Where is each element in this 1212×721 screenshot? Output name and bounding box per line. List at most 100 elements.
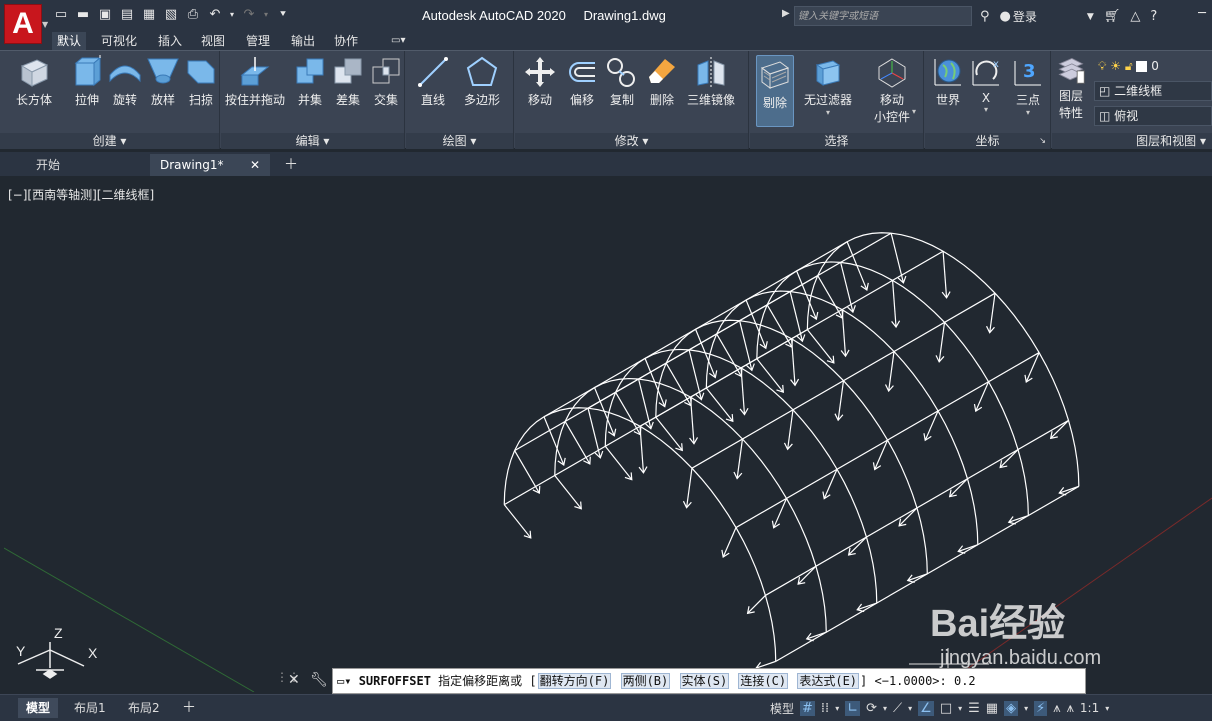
cart-icon[interactable]: 🛒︎: [1104, 9, 1121, 24]
union-tool[interactable]: 并集: [293, 55, 327, 108]
login-dropdown-icon[interactable]: ▼: [1087, 12, 1094, 22]
nofilter-dropdown-icon[interactable]: ▾: [804, 108, 852, 117]
autodesk-app-icon[interactable]: △: [1130, 9, 1140, 24]
close-command-icon[interactable]: ✕: [288, 672, 300, 688]
print-icon[interactable]: ⎙: [184, 6, 202, 24]
tab-visualize[interactable]: 可视化: [96, 32, 142, 50]
help-icon[interactable]: ?: [1150, 9, 1157, 24]
world-ucs-tool[interactable]: 世界: [931, 55, 965, 108]
extrude-tool[interactable]: 拉伸: [70, 55, 104, 108]
loft-tool[interactable]: 放样: [146, 55, 180, 108]
model-space-toggle[interactable]: 模型: [770, 700, 794, 717]
move-tool[interactable]: 移动: [523, 55, 557, 108]
line-tool[interactable]: 直线: [416, 55, 450, 108]
search-input[interactable]: 键入关键字或短语: [794, 6, 972, 26]
box-tool[interactable]: 长方体: [16, 55, 52, 108]
revolve-tool[interactable]: 旋转: [108, 55, 142, 108]
option-solid[interactable]: 实体(S): [679, 673, 730, 689]
tab-insert[interactable]: 插入: [153, 32, 187, 50]
x-dropdown-icon[interactable]: ▾: [969, 105, 1003, 114]
panel-title-create[interactable]: 创建 ▾: [0, 133, 219, 149]
nofilter-tool[interactable]: 无过滤器 ▾: [804, 55, 852, 117]
command-grip-icon[interactable]: ⋮⋮: [276, 670, 300, 692]
ribbon-minimize-icon[interactable]: ▭▾: [386, 32, 410, 50]
new-tab-icon[interactable]: ＋: [278, 154, 298, 176]
search-expand-icon[interactable]: ▶: [782, 8, 790, 19]
transparency-icon[interactable]: ▦: [986, 701, 998, 716]
coords-dialog-launcher-icon[interactable]: ↘: [1039, 133, 1046, 149]
add-layout-icon[interactable]: ＋: [174, 698, 204, 718]
tab-collaborate[interactable]: 协作: [329, 32, 363, 50]
copy-tool[interactable]: 复制: [605, 55, 639, 108]
save-icon[interactable]: ▣: [96, 6, 114, 24]
file-tab-drawing1[interactable]: Drawing1* ✕: [150, 154, 270, 176]
named-view-dropdown[interactable]: ◫ 俯视: [1094, 106, 1212, 126]
undo-icon[interactable]: ↶: [206, 6, 224, 24]
polar-icon[interactable]: ⟳: [866, 701, 877, 716]
offset-tool[interactable]: 偏移: [565, 55, 599, 108]
layer-dropdown[interactable]: 💡︎ ☀ 🔓︎ 0: [1094, 57, 1212, 77]
annotation-scale-icon[interactable]: ⩚: [1067, 701, 1074, 716]
cloud-open-icon[interactable]: ▦: [140, 6, 158, 24]
panel-title-edit[interactable]: 编辑 ▾: [221, 133, 404, 149]
sweep-tool[interactable]: 扫掠: [184, 55, 218, 108]
erase-tool[interactable]: 删除: [645, 55, 679, 108]
visual-style-dropdown[interactable]: ◰ 二维线框: [1094, 81, 1212, 101]
polygon-tool[interactable]: 多边形: [464, 55, 500, 108]
option-connect[interactable]: 连接(C): [738, 673, 789, 689]
snap-dropdown-icon[interactable]: ▾: [835, 704, 839, 713]
gizmo-dropdown-icon[interactable]: ▾: [912, 107, 916, 116]
undo-dropdown-icon[interactable]: ▾: [228, 6, 236, 24]
isodraft-icon[interactable]: ⟋: [893, 701, 902, 716]
tab-output[interactable]: 输出: [286, 32, 320, 50]
polar-dropdown-icon[interactable]: ▾: [883, 704, 887, 713]
isodraft-dropdown-icon[interactable]: ▾: [908, 704, 912, 713]
layout-tab-2[interactable]: 布局2: [120, 698, 168, 718]
grid-icon[interactable]: #: [800, 700, 815, 716]
tab-manage[interactable]: 管理: [241, 32, 275, 50]
x-ucs-tool[interactable]: x X ▾: [969, 55, 1003, 114]
option-expression[interactable]: 表达式(E): [797, 673, 860, 689]
scale-dropdown-icon[interactable]: ▾: [1105, 704, 1109, 713]
3d-osnap-dropdown-icon[interactable]: ▾: [1024, 704, 1028, 713]
cloud-save-icon[interactable]: ▧: [162, 6, 180, 24]
command-prompt-icon[interactable]: ▭▾: [337, 674, 351, 688]
chevron-down-icon[interactable]: ▼: [42, 20, 48, 29]
redo-icon[interactable]: ↷: [240, 6, 258, 24]
mirror3d-tool[interactable]: 三维镜像: [687, 55, 735, 108]
3point-dropdown-icon[interactable]: ▾: [1011, 108, 1045, 117]
bulb-icon[interactable]: 💡︎: [1098, 59, 1106, 73]
binoculars-icon[interactable]: ⚲: [980, 9, 990, 24]
file-tab-start[interactable]: 开始: [12, 154, 148, 176]
viewport-controls[interactable]: [−][西南等轴测][二维线框]: [8, 186, 154, 203]
culling-tool[interactable]: 剔除: [756, 55, 794, 127]
annotation-visibility-icon[interactable]: ⚡︎: [1034, 700, 1048, 716]
subtract-tool[interactable]: 差集: [331, 55, 365, 108]
layout-tab-model[interactable]: 模型: [18, 698, 59, 718]
osnap-tracking-icon[interactable]: ∠: [918, 700, 934, 716]
panel-title-layers[interactable]: 图层和视图 ▾: [1052, 133, 1212, 149]
new-file-icon[interactable]: ▭: [52, 6, 70, 24]
3d-osnap-icon[interactable]: ◈: [1004, 700, 1019, 716]
close-tab-icon[interactable]: ✕: [250, 154, 260, 176]
sun-icon[interactable]: ☀: [1110, 59, 1121, 73]
intersect-tool[interactable]: 交集: [369, 55, 403, 108]
user-icon[interactable]: ●: [1000, 9, 1011, 24]
option-both-sides[interactable]: 两侧(B): [620, 673, 671, 689]
customize-qat-icon[interactable]: ⯆: [274, 6, 292, 24]
presspull-tool[interactable]: 按住并拖动: [225, 55, 285, 108]
annotation-scale-value[interactable]: 1:1: [1080, 701, 1099, 715]
layout-tab-1[interactable]: 布局1: [66, 698, 114, 718]
snap-icon[interactable]: ⁞⁞: [821, 701, 829, 716]
tab-default[interactable]: 默认: [52, 32, 87, 50]
panel-title-modify[interactable]: 修改 ▾: [515, 133, 748, 149]
layer-properties-tool[interactable]: 图层 特性: [1056, 55, 1086, 121]
save-as-icon[interactable]: ▤: [118, 6, 136, 24]
open-folder-icon[interactable]: ▬: [74, 6, 92, 24]
panel-title-draw[interactable]: 绘图 ▾: [406, 133, 513, 149]
lock-icon[interactable]: 🔓︎: [1125, 59, 1133, 73]
tab-view[interactable]: 视图: [196, 32, 230, 50]
command-input[interactable]: ▭▾ SURFOFFSET 指定偏移距离或 [翻转方向(F) 两侧(B) 实体(…: [332, 668, 1086, 694]
login-link[interactable]: 登录: [1013, 8, 1037, 25]
autocad-logo-button[interactable]: A: [4, 4, 42, 44]
